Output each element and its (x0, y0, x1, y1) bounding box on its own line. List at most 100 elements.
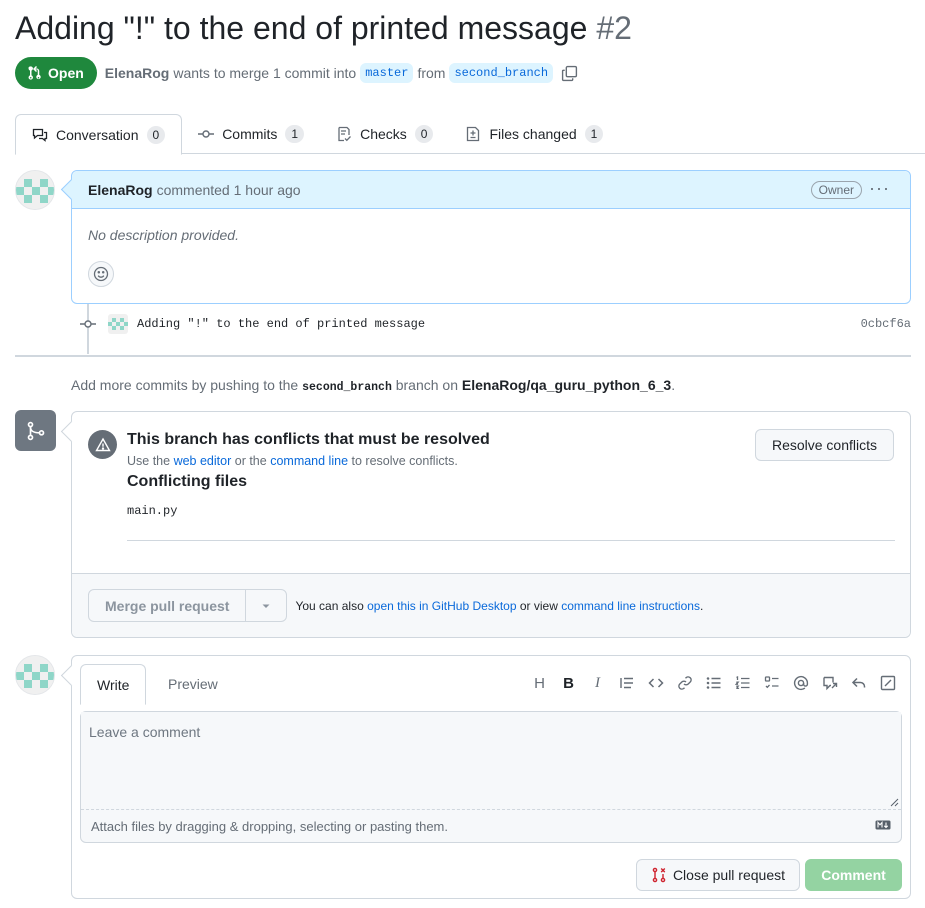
mention-icon[interactable] (786, 672, 815, 694)
italic-icon[interactable]: I (583, 672, 612, 694)
git-pull-request-closed-icon (652, 867, 666, 883)
avatar[interactable] (108, 314, 128, 334)
comment-timestamp: commented 1 hour ago (156, 181, 301, 198)
link-icon[interactable] (670, 672, 699, 694)
task-list-icon[interactable] (757, 672, 786, 694)
identicon-icon (16, 656, 54, 694)
tab-counter: 0 (146, 125, 166, 144)
head-branch[interactable]: second_branch (449, 63, 554, 83)
merge-footer: Merge pull request You can also open thi… (72, 573, 910, 637)
merge-status-icon (15, 410, 56, 451)
command-line-instructions-link[interactable]: command line instructions (561, 599, 700, 613)
markdown-toolbar: H B I (525, 672, 902, 694)
pr-tabs: Conversation 0 Commits 1 Checks 0 Files … (15, 114, 925, 155)
command-line-link[interactable]: command line (270, 454, 348, 468)
merge-summary: ElenaRog wants to merge 1 commit into ma… (105, 63, 578, 83)
bold-icon[interactable]: B (554, 672, 583, 694)
fullscreen-icon[interactable] (873, 672, 902, 694)
tab-files-changed[interactable]: Files changed 1 (449, 114, 619, 154)
state-label: Open (48, 65, 84, 81)
tab-conversation[interactable]: Conversation 0 (15, 114, 183, 155)
base-branch[interactable]: master (360, 63, 414, 83)
copy-icon[interactable] (561, 65, 578, 82)
unordered-list-icon[interactable] (699, 672, 728, 694)
merge-text: wants to merge 1 commit into (173, 65, 357, 81)
timeline-divider (15, 355, 911, 357)
heading-icon[interactable]: H (525, 672, 554, 694)
triangle-down-icon (262, 604, 270, 608)
resize-handle-icon[interactable] (890, 798, 899, 807)
conflict-to-resolve: to resolve conflicts. (351, 454, 458, 468)
page-title: Adding "!" to the end of printed message… (15, 10, 632, 47)
bold-glyph: B (563, 674, 574, 692)
reply-icon[interactable] (844, 672, 873, 694)
heading-glyph: H (534, 674, 545, 692)
state-badge: Open (15, 57, 97, 89)
conflict-subtitle: Use the web editor or the command line t… (127, 454, 458, 468)
tab-preview[interactable]: Preview (152, 664, 234, 704)
web-editor-link[interactable]: web editor (174, 454, 232, 468)
attach-hint: Attach files by dragging & dropping, sel… (91, 818, 448, 834)
code-icon[interactable] (641, 672, 670, 694)
attach-files-bar[interactable]: Attach files by dragging & dropping, sel… (81, 810, 901, 842)
merge-button-group: Merge pull request (88, 589, 288, 622)
tab-write[interactable]: Write (80, 664, 147, 705)
markdown-icon[interactable] (875, 820, 891, 830)
tab-counter: 1 (285, 125, 305, 143)
hint-middle: branch on (395, 377, 459, 393)
file-diff-icon (467, 126, 480, 142)
conflict-title: This branch has conflicts that must be r… (127, 431, 490, 448)
add-reaction-button[interactable] (88, 261, 114, 287)
also-text: You can also (295, 598, 364, 613)
merge-alternatives: You can also open this in GitHub Desktop… (295, 599, 703, 613)
pr-author-link[interactable]: ElenaRog (105, 65, 170, 81)
kebab-menu-icon[interactable]: ··· (869, 178, 890, 199)
alert-triangle-icon (94, 437, 111, 451)
alert-icon (88, 430, 117, 459)
ordered-list-icon[interactable] (728, 672, 757, 694)
pr-description-comment: ElenaRog commented 1 hour ago Owner ··· … (71, 170, 911, 304)
identicon-icon (16, 171, 54, 209)
comment-body: No description provided. (88, 227, 239, 243)
hint-branch: second_branch (302, 381, 392, 394)
close-pr-label: Close pull request (672, 867, 785, 883)
identicon-icon (108, 314, 128, 334)
from-text: from (417, 65, 446, 81)
comment-editor: Leave a comment Attach files by dragging… (80, 711, 902, 843)
quote-icon[interactable] (612, 672, 641, 694)
pr-meta: Open ElenaRog wants to merge 1 commit in… (15, 57, 578, 89)
hint-repo[interactable]: ElenaRog/qa_guru_python_6_3 (462, 377, 671, 393)
comment-header: ElenaRog commented 1 hour ago Owner ··· (72, 171, 910, 209)
checklist-icon (338, 126, 352, 142)
tab-label: Checks (360, 126, 407, 142)
git-commit-icon (198, 130, 215, 138)
avatar[interactable] (15, 655, 55, 695)
avatar[interactable] (15, 170, 55, 210)
timeline-commit: Adding "!" to the end of printed message… (80, 313, 911, 335)
tab-commits[interactable]: Commits 1 (182, 114, 320, 154)
comment-submit-button[interactable]: Comment (805, 859, 902, 891)
commit-message-link[interactable]: Adding "!" to the end of printed message (137, 317, 425, 331)
comment-discussion-icon (32, 128, 48, 142)
conflict-or-the: or the (234, 454, 267, 468)
cross-reference-icon[interactable] (815, 672, 844, 694)
commit-sha-link[interactable]: 0cbcf6a (861, 317, 911, 331)
merge-method-dropdown[interactable] (246, 590, 286, 621)
smiley-icon (93, 266, 109, 282)
divider (127, 540, 895, 541)
github-desktop-link[interactable]: open this in GitHub Desktop (367, 599, 516, 613)
or-view-text: or view (519, 598, 558, 613)
close-pull-request-button[interactable]: Close pull request (635, 859, 800, 891)
comment-textarea[interactable]: Leave a comment (81, 712, 901, 810)
resolve-conflicts-button[interactable]: Resolve conflicts (754, 429, 894, 461)
hint-prefix: Add more commits by pushing to the (71, 377, 299, 393)
owner-badge: Owner (810, 181, 862, 199)
git-merge-icon (27, 421, 44, 440)
hint-suffix: . (671, 377, 676, 393)
tab-checks[interactable]: Checks 0 (320, 114, 449, 154)
merge-pull-request-button[interactable]: Merge pull request (89, 590, 247, 621)
git-pull-request-icon (28, 66, 41, 80)
tab-label: Conversation (56, 126, 139, 143)
comment-author[interactable]: ElenaRog (88, 182, 153, 198)
tab-counter: 0 (414, 125, 434, 143)
